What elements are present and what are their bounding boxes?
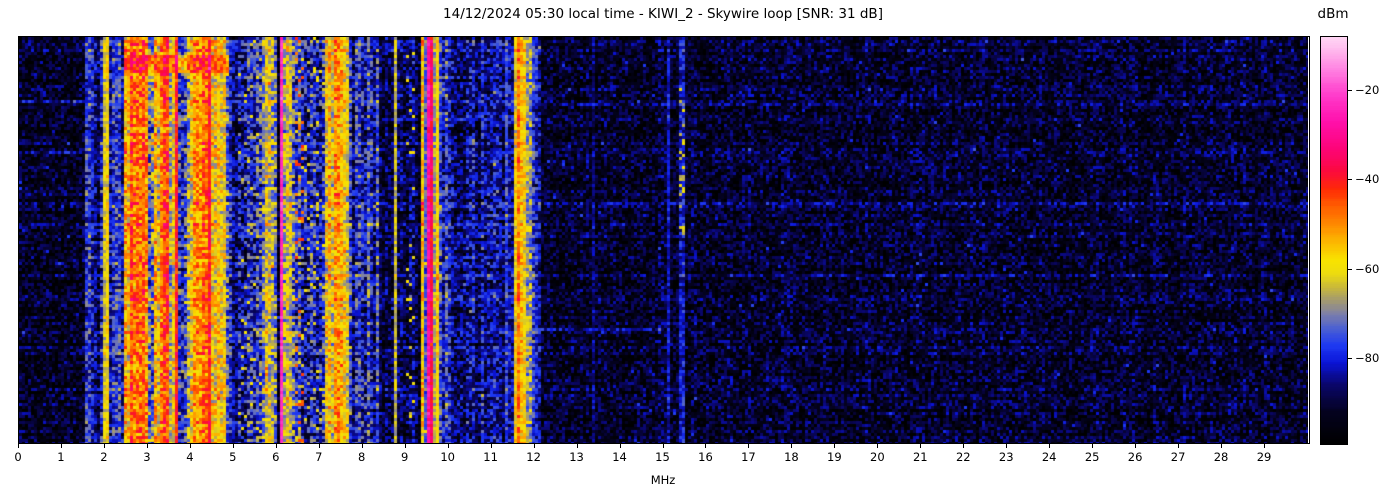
x-tick-mark	[146, 444, 148, 448]
colorbar-unit-label: dBm	[1317, 6, 1349, 22]
x-tick-mark	[103, 444, 105, 448]
x-tick-label: 3	[143, 450, 151, 464]
colorbar	[1320, 36, 1348, 445]
x-tick-label: 4	[186, 450, 194, 464]
x-tick-label: 10	[440, 450, 455, 464]
x-tick-mark	[1178, 444, 1180, 448]
x-tick-mark	[232, 444, 234, 448]
x-tick-mark	[920, 444, 922, 448]
x-tick-mark	[576, 444, 578, 448]
x-tick-label: 29	[1256, 450, 1272, 464]
colorbar-tick-mark	[1348, 90, 1352, 91]
spectrogram-canvas	[19, 37, 1308, 443]
x-tick-label: 17	[741, 450, 756, 464]
x-tick-label: 8	[358, 450, 366, 464]
chart-title: 14/12/2024 05:30 local time - KIWI_2 - S…	[443, 6, 883, 22]
x-tick-mark	[1135, 444, 1137, 448]
x-tick-label: 27	[1170, 450, 1186, 464]
x-tick-mark	[791, 444, 793, 448]
x-tick-mark	[1049, 444, 1051, 448]
colorbar-tick-mark	[1348, 269, 1352, 270]
x-tick-label: 21	[912, 450, 928, 464]
x-tick-label: 16	[698, 450, 713, 464]
x-tick-label: 19	[827, 450, 842, 464]
x-tick-mark	[361, 444, 363, 448]
x-tick-mark	[705, 444, 707, 448]
x-tick-label: 13	[569, 450, 584, 464]
x-tick-mark	[1221, 444, 1223, 448]
x-tick-label: 6	[272, 450, 280, 464]
x-tick-label: 24	[1041, 450, 1057, 464]
colorbar-tick-label: −40	[1355, 172, 1380, 186]
x-tick-label: 20	[870, 450, 885, 464]
x-tick-label: 11	[483, 450, 498, 464]
colorbar-tick-mark	[1348, 179, 1352, 180]
colorbar-tick-mark	[1348, 358, 1352, 359]
x-tick-label: 23	[998, 450, 1014, 464]
x-tick-label: 15	[655, 450, 670, 464]
x-tick-mark	[275, 444, 277, 448]
x-tick-mark	[447, 444, 449, 448]
x-tick-label: 14	[612, 450, 627, 464]
x-tick-mark	[189, 444, 191, 448]
x-tick-label: 7	[315, 450, 323, 464]
colorbar-tick-label: −80	[1355, 351, 1380, 365]
x-axis-label: MHz	[650, 473, 676, 487]
x-tick-mark	[748, 444, 750, 448]
x-tick-label: 25	[1084, 450, 1100, 464]
x-tick-label: 26	[1127, 450, 1143, 464]
x-tick-mark	[877, 444, 879, 448]
x-tick-mark	[1092, 444, 1094, 448]
spectrogram-figure: 14/12/2024 05:30 local time - KIWI_2 - S…	[0, 0, 1400, 500]
x-tick-mark	[1264, 444, 1266, 448]
x-tick-mark	[619, 444, 621, 448]
x-tick-label: 22	[955, 450, 971, 464]
spectrogram-plot	[18, 36, 1310, 444]
x-tick-mark	[1006, 444, 1008, 448]
x-tick-mark	[318, 444, 320, 448]
x-tick-label: 0	[14, 450, 22, 464]
x-tick-mark	[18, 444, 19, 448]
x-tick-mark	[662, 444, 664, 448]
x-tick-mark	[834, 444, 836, 448]
x-tick-label: 5	[229, 450, 237, 464]
x-tick-mark	[533, 444, 535, 448]
x-tick-label: 9	[401, 450, 409, 464]
x-tick-mark	[404, 444, 406, 448]
x-tick-mark	[490, 444, 492, 448]
x-tick-label: 1	[57, 450, 65, 464]
colorbar-gradient-canvas	[1321, 37, 1347, 444]
x-tick-label: 28	[1213, 450, 1229, 464]
x-tick-mark	[60, 444, 62, 448]
colorbar-tick-label: −60	[1355, 262, 1380, 276]
x-tick-mark	[963, 444, 965, 448]
x-tick-label: 18	[784, 450, 799, 464]
x-tick-label: 2	[100, 450, 108, 464]
x-tick-label: 12	[526, 450, 541, 464]
colorbar-tick-label: −20	[1355, 83, 1380, 97]
